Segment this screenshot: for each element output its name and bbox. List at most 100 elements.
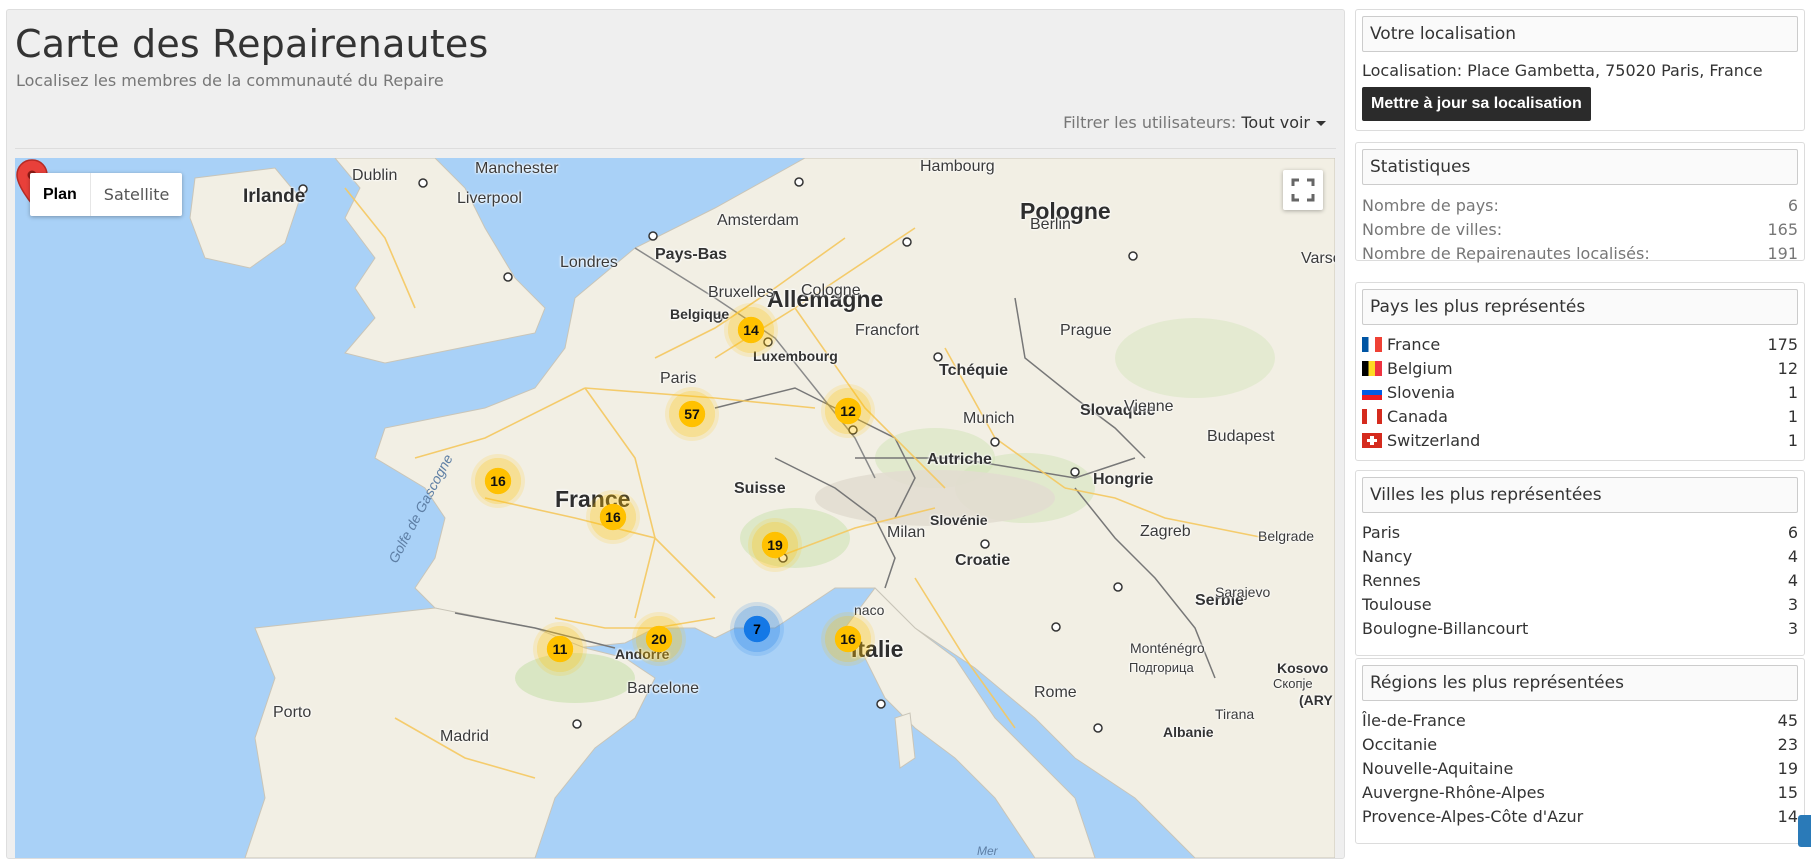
city-name: Nancy: [1362, 547, 1413, 566]
city-row: Boulogne-Billancourt 3: [1362, 617, 1798, 641]
cluster-marker[interactable]: 12: [821, 384, 875, 438]
label-manchester: Manchester: [475, 160, 559, 177]
cluster-count[interactable]: 16: [605, 509, 621, 525]
cluster-count[interactable]: 7: [753, 621, 761, 637]
cluster-count[interactable]: 19: [767, 537, 783, 553]
regions-heading: Régions les plus représentées: [1362, 665, 1798, 701]
city-row: Rennes 4: [1362, 569, 1798, 593]
cluster-count[interactable]: 16: [840, 631, 856, 647]
scroll-to-top-tab[interactable]: [1798, 815, 1811, 847]
label-dublin: Dublin: [352, 167, 398, 184]
page-title: Carte des Repairenautes: [15, 22, 489, 66]
map-type-plan[interactable]: Plan: [30, 173, 91, 216]
map-type-control: Plan Satellite: [30, 173, 183, 216]
fullscreen-icon[interactable]: [1283, 170, 1323, 210]
switzerland-flag-icon: [1362, 433, 1382, 448]
region-value: 45: [1777, 711, 1798, 730]
canada-flag-icon: [1362, 409, 1382, 424]
label-milan: Milan: [887, 524, 926, 541]
cluster-marker[interactable]: 14: [724, 303, 778, 357]
city-name: Rennes: [1362, 571, 1421, 590]
caret-down-icon[interactable]: [1316, 121, 1326, 126]
cluster-marker[interactable]: 20: [632, 612, 686, 666]
city-value: 6: [1787, 523, 1798, 542]
label-vienne: Vienne: [1124, 398, 1174, 415]
filter-dropdown[interactable]: Tout voir: [1241, 113, 1326, 132]
label-croatie: Croatie: [955, 552, 1011, 569]
cluster-count[interactable]: 12: [840, 403, 856, 419]
label-rome: Rome: [1034, 684, 1077, 701]
belgium-flag-icon: [1362, 361, 1382, 376]
region-row: Île-de-France 45: [1362, 709, 1798, 733]
country-row: Belgium 12: [1362, 357, 1798, 381]
cluster-marker[interactable]: 16: [471, 454, 525, 508]
map-type-satellite[interactable]: Satellite: [91, 173, 183, 216]
filter-label: Filtrer les utilisateurs:: [1063, 113, 1237, 132]
city-name: Paris: [1362, 523, 1401, 542]
label-podgorica: Подгорица: [1129, 660, 1194, 675]
cluster-marker[interactable]: 19: [748, 518, 802, 572]
label-paris: Paris: [660, 370, 697, 387]
region-row: Occitanie 23: [1362, 733, 1798, 757]
label-pays-bas: Pays-Bas: [655, 246, 728, 263]
label-bruxelles: Bruxelles: [708, 284, 774, 301]
country-row: France 175: [1362, 333, 1798, 357]
country-row: Switzerland 1: [1362, 429, 1798, 453]
city-value: 3: [1787, 619, 1798, 638]
cluster-marker[interactable]: 57: [665, 387, 719, 441]
location-heading: Votre localisation: [1362, 16, 1798, 52]
label-amsterdam: Amsterdam: [717, 212, 799, 229]
label-skopje: Скопје: [1273, 676, 1313, 691]
fullscreen-button[interactable]: [1283, 170, 1323, 210]
region-value: 19: [1777, 759, 1798, 778]
label-belgrade: Belgrade: [1258, 528, 1315, 544]
label-francfort: Francfort: [855, 322, 920, 339]
cluster-marker[interactable]: 11: [533, 622, 587, 676]
cluster-count[interactable]: 11: [553, 641, 568, 657]
update-location-button[interactable]: Mettre à jour sa localisation: [1362, 87, 1591, 121]
region-row: Provence-Alpes-Côte d'Azur 14: [1362, 805, 1798, 829]
region-name: Auvergne-Rhône-Alpes: [1362, 783, 1545, 802]
region-value: 23: [1777, 735, 1798, 754]
country-value: 12: [1777, 359, 1798, 378]
region-value: 14: [1777, 807, 1798, 826]
filter-value[interactable]: Tout voir: [1241, 113, 1310, 132]
label-madrid: Madrid: [440, 728, 489, 745]
label-tirana: Tirana: [1215, 706, 1255, 722]
label-hongrie: Hongrie: [1093, 471, 1154, 488]
city-value: 4: [1787, 547, 1798, 566]
country-name: Canada: [1387, 407, 1448, 426]
stat-label: Nombre de pays:: [1362, 196, 1499, 215]
label-londres: Londres: [560, 254, 618, 271]
stat-label: Nombre de Repairenautes localisés:: [1362, 244, 1650, 263]
region-name: Provence-Alpes-Côte d'Azur: [1362, 807, 1584, 826]
cluster-count[interactable]: 16: [490, 473, 506, 489]
stat-value: 191: [1767, 244, 1798, 263]
stat-row: Nombre de Repairenautes localisés: 191: [1362, 242, 1798, 266]
label-varsovie: Varsovi: [1301, 250, 1335, 267]
cluster-marker[interactable]: 16: [586, 490, 640, 544]
country-row: Slovenia 1: [1362, 381, 1798, 405]
label-mer: Mer: [977, 844, 998, 858]
cluster-count[interactable]: 14: [743, 322, 759, 338]
label-tcheque: Tchéquie: [939, 362, 1009, 379]
cluster-marker[interactable]: 16: [821, 612, 875, 666]
label-zagreb: Zagreb: [1140, 523, 1191, 540]
stat-label: Nombre de villes:: [1362, 220, 1503, 239]
country-value: 1: [1787, 383, 1798, 402]
label-belgique: Belgique: [670, 306, 730, 322]
city-row: Nancy 4: [1362, 545, 1798, 569]
map-canvas[interactable]: Plan Satellite Irlande Pologne Allemagne…: [15, 158, 1335, 858]
label-hambourg: Hambourg: [920, 158, 995, 175]
country-value: 1: [1787, 431, 1798, 450]
region-row: Nouvelle-Aquitaine 19: [1362, 757, 1798, 781]
label-prague: Prague: [1060, 322, 1112, 339]
cluster-count[interactable]: 20: [651, 631, 667, 647]
label-albanie: Albanie: [1163, 724, 1214, 740]
stats-card: Statistiques Nombre de pays: 6 Nombre de …: [1355, 142, 1805, 263]
region-value: 15: [1777, 783, 1798, 802]
cluster-count[interactable]: 57: [684, 406, 700, 422]
label-berlin: Berlin: [1030, 216, 1071, 233]
label-suisse: Suisse: [734, 480, 786, 497]
cluster-marker-selected[interactable]: 7: [730, 602, 784, 656]
